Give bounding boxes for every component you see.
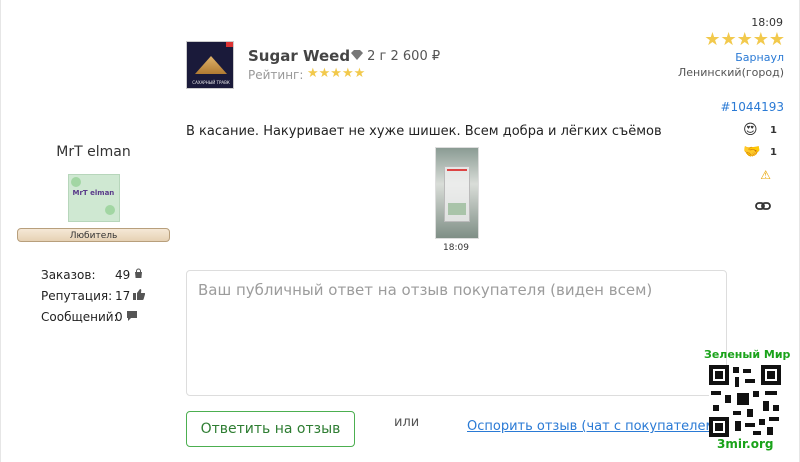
product-pile: [195, 56, 227, 74]
user-stats: Заказов: 49 Репутация: 17 Сообщений: 0: [11, 264, 176, 327]
stat-label: Заказов:: [41, 267, 96, 282]
or-text: или: [394, 415, 420, 430]
review-stars: ★★★★★: [704, 29, 785, 50]
avatar-text: MrT elman: [72, 189, 115, 197]
rank-badge: Любитель: [17, 228, 170, 242]
stat-label: Сообщений:: [41, 309, 118, 324]
handshake-icon: 🤝: [743, 144, 761, 160]
stat-orders: Заказов: 49: [41, 264, 176, 285]
warning-icon[interactable]: ⚠: [760, 168, 771, 182]
gem-icon: [351, 49, 367, 64]
district-label: Ленинский(город): [678, 66, 784, 79]
review-id-link[interactable]: #1044193: [721, 100, 785, 114]
rating-stars: ★★★★★: [307, 66, 366, 81]
bag-seal: [447, 169, 467, 171]
stat-value: 17: [115, 288, 131, 303]
reply-button[interactable]: Ответить на отзыв: [186, 411, 355, 447]
watermark-title: Зеленый Мир: [704, 348, 791, 361]
stat-messages: Сообщений: 0: [41, 306, 176, 327]
photo-time: 18:09: [443, 243, 469, 253]
product-price: 2 г 2 600 ₽: [351, 49, 440, 64]
avatar-leaf: [104, 205, 115, 215]
reaction-heart-eyes[interactable]: 😍 1: [743, 120, 777, 140]
dispute-link[interactable]: Оспорить отзыв (чат с покупателем): [467, 419, 712, 434]
city-link[interactable]: Барнаул: [735, 51, 784, 64]
reaction-handshake[interactable]: 🤝 1: [743, 142, 777, 162]
link-icon[interactable]: [755, 200, 771, 216]
stat-label: Репутация:: [41, 288, 113, 303]
price-text: 2 г 2 600 ₽: [367, 49, 441, 64]
reaction-count: 1: [770, 146, 777, 158]
reply-input[interactable]: [186, 270, 727, 396]
avatar-leaf: [70, 177, 81, 187]
stat-value: 0: [115, 309, 123, 324]
qr-code: [709, 365, 781, 437]
review-card: MrT elman MrT elman Любитель Заказов: 49…: [0, 0, 800, 462]
stat-reputation: Репутация: 17: [41, 285, 176, 306]
username[interactable]: MrT elman: [11, 144, 176, 160]
product-title[interactable]: Sugar Weed: [248, 47, 350, 65]
thumbs-up-icon: [133, 288, 146, 303]
stat-value: 49: [115, 267, 131, 282]
rating-label: Рейтинг:: [248, 68, 304, 82]
chat-icon: [126, 310, 138, 324]
heart-eyes-icon: 😍: [743, 122, 758, 138]
watermark-url: 3mir.org: [717, 437, 774, 451]
photo-bag: [444, 166, 470, 222]
reaction-count: 1: [770, 124, 777, 136]
bag-content: [448, 203, 466, 215]
review-text: В касание. Накуривает не хуже шишек. Все…: [186, 124, 662, 139]
product-tag: [226, 42, 233, 47]
review-photo[interactable]: [435, 147, 479, 239]
bag-icon: [133, 268, 144, 282]
user-panel: MrT elman MrT elman Любитель Заказов: 49…: [11, 140, 176, 327]
product-image[interactable]: САХАРНЫЙ ТРАВК: [186, 41, 234, 89]
avatar[interactable]: MrT elman: [67, 174, 120, 222]
product-image-caption: САХАРНЫЙ ТРАВК: [192, 80, 230, 85]
review-time: 18:09: [751, 16, 783, 29]
